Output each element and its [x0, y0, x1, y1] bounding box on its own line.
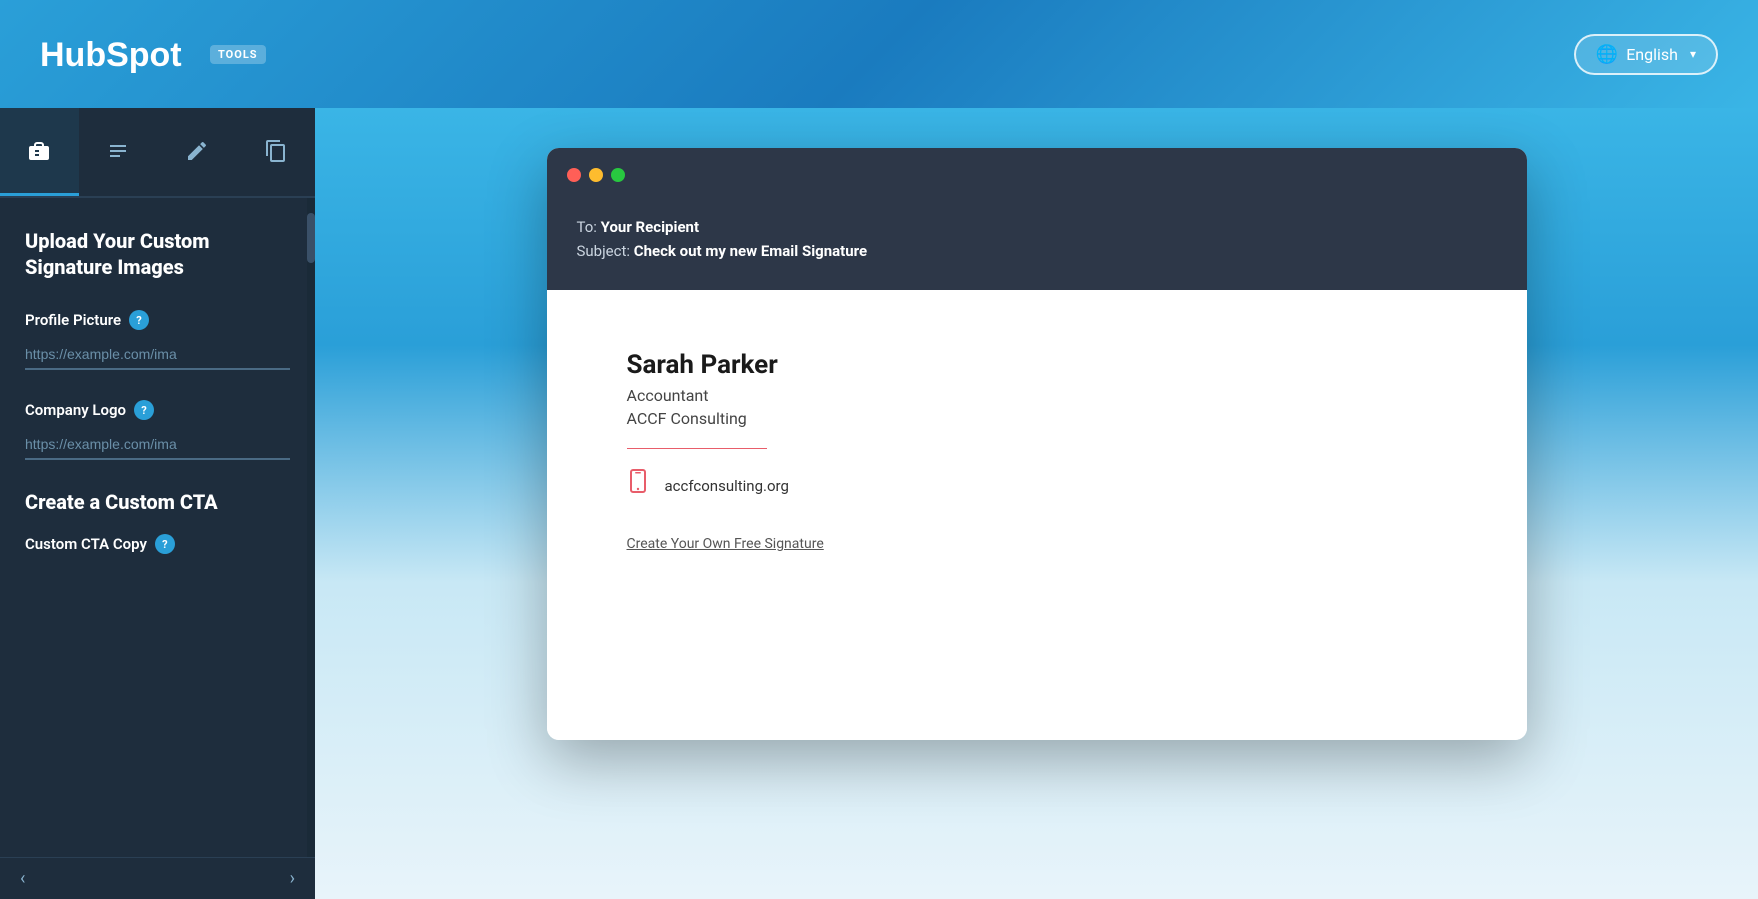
phone-icon — [627, 469, 649, 503]
email-body: Sarah Parker Accountant ACCF Consulting … — [547, 290, 1527, 740]
sidebar: Upload Your Custom Signature Images Prof… — [0, 108, 315, 899]
tab-text[interactable] — [79, 108, 158, 196]
globe-icon: 🌐 — [1596, 44, 1618, 65]
header: HubS📌t HubSpot TOOLS 🌐 English ▾ — [0, 0, 1758, 108]
signature-name: Sarah Parker — [627, 350, 1447, 380]
bottom-nav: ‹ › — [0, 857, 315, 899]
text-icon — [106, 139, 130, 163]
email-to: To: Your Recipient — [577, 218, 1497, 236]
email-header: To: Your Recipient Subject: Check out my… — [547, 198, 1527, 290]
language-label: English — [1626, 45, 1678, 64]
mobile-icon — [627, 469, 649, 497]
email-titlebar — [547, 148, 1527, 198]
signature-divider — [627, 448, 767, 449]
email-subject: Subject: Check out my new Email Signatur… — [577, 242, 1497, 260]
tab-icons — [0, 108, 315, 198]
company-logo-input[interactable] — [25, 430, 290, 460]
scrollbar-track — [307, 198, 315, 857]
language-selector[interactable]: 🌐 English ▾ — [1574, 34, 1718, 75]
profile-picture-help[interactable]: ? — [129, 310, 149, 330]
tab-briefcase[interactable] — [0, 108, 79, 196]
email-window: To: Your Recipient Subject: Check out my… — [547, 148, 1527, 740]
logo: HubS📌t HubSpot TOOLS — [40, 30, 266, 78]
signature-cta-link[interactable]: Create Your Own Free Signature — [627, 536, 824, 552]
profile-picture-group: Profile Picture ? — [25, 310, 290, 370]
traffic-light-red — [567, 168, 581, 182]
pen-icon — [185, 139, 209, 163]
tab-pen[interactable] — [158, 108, 237, 196]
briefcase-icon — [27, 139, 51, 163]
traffic-light-yellow — [589, 168, 603, 182]
custom-cta-group: Custom CTA Copy ? — [25, 534, 290, 554]
traffic-light-green — [611, 168, 625, 182]
signature-company: ACCF Consulting — [627, 409, 1447, 428]
tab-copy[interactable] — [236, 108, 315, 196]
nav-next-icon[interactable]: › — [290, 868, 295, 889]
svg-text:HubSpot: HubSpot — [40, 36, 182, 74]
scrollbar-thumb[interactable] — [307, 213, 315, 263]
traffic-lights — [567, 168, 625, 182]
profile-picture-input[interactable] — [25, 340, 290, 370]
nav-prev-icon[interactable]: ‹ — [20, 868, 25, 889]
hubspot-svg-logo: HubSpot — [40, 30, 200, 78]
cta-section-title: Create a Custom CTA — [25, 490, 290, 514]
company-logo-help[interactable]: ? — [134, 400, 154, 420]
signature-contact: accfconsulting.org — [627, 469, 1447, 503]
profile-picture-label: Profile Picture ? — [25, 310, 290, 330]
signature-website: accfconsulting.org — [665, 477, 789, 495]
company-logo-label: Company Logo ? — [25, 400, 290, 420]
section-title: Upload Your Custom Signature Images — [25, 228, 290, 280]
signature-title: Accountant — [627, 386, 1447, 405]
chevron-down-icon: ▾ — [1690, 47, 1696, 61]
preview-area: To: Your Recipient Subject: Check out my… — [315, 108, 1758, 899]
sidebar-content: Upload Your Custom Signature Images Prof… — [0, 198, 315, 857]
copy-icon — [264, 139, 288, 163]
main-layout: Upload Your Custom Signature Images Prof… — [0, 108, 1758, 899]
company-logo-group: Company Logo ? — [25, 400, 290, 460]
custom-cta-help[interactable]: ? — [155, 534, 175, 554]
custom-cta-label: Custom CTA Copy ? — [25, 534, 290, 554]
tools-badge: TOOLS — [210, 45, 266, 64]
